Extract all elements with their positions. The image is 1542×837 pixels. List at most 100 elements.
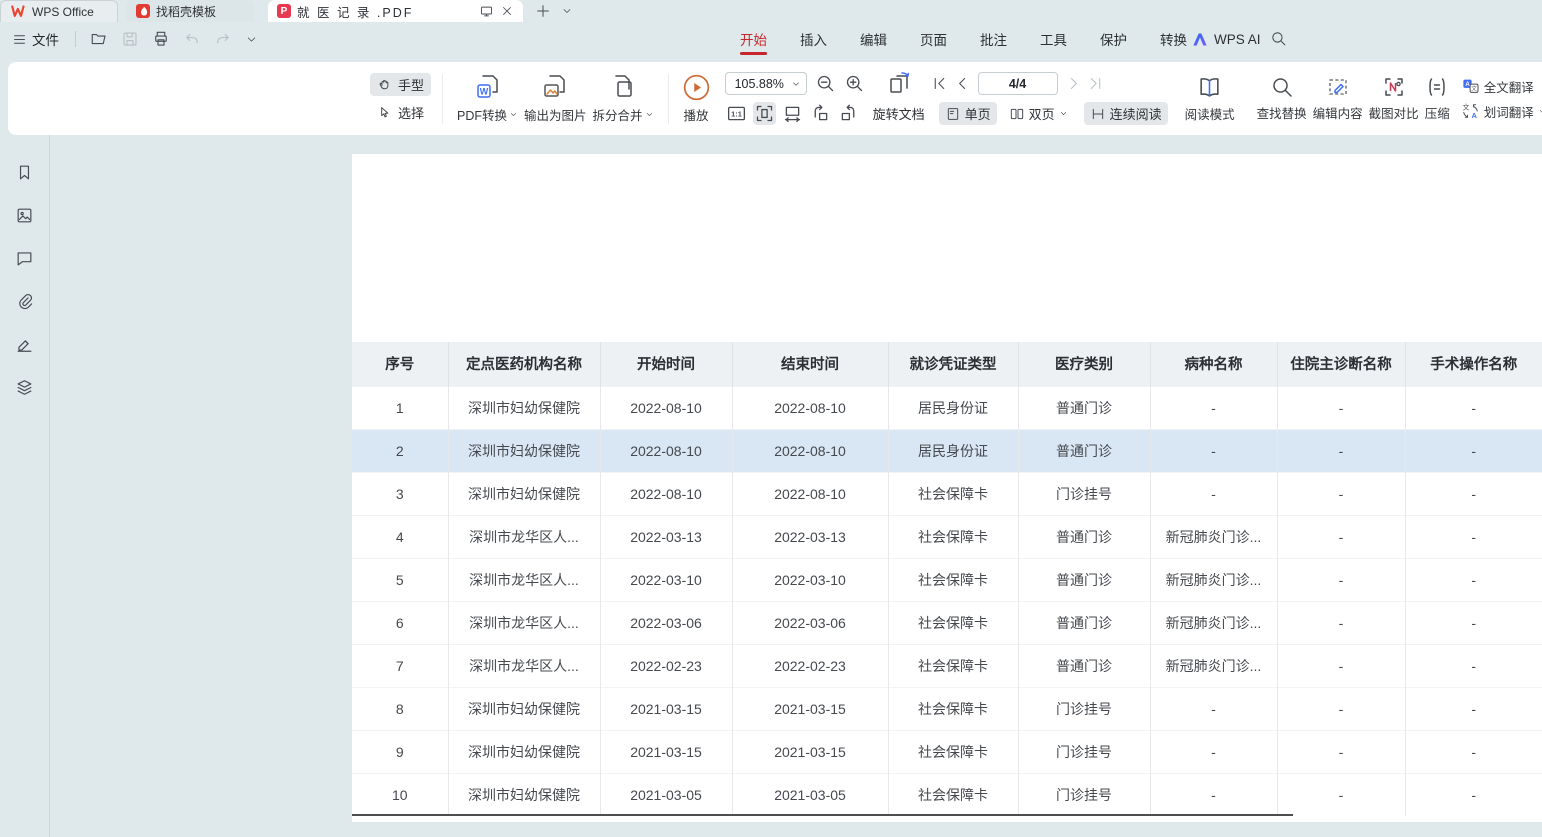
bookmarks-panel-button[interactable] bbox=[13, 161, 36, 184]
menu-edit[interactable]: 编辑 bbox=[858, 22, 889, 56]
menu-tools[interactable]: 工具 bbox=[1038, 22, 1069, 56]
file-menu-button[interactable]: 文件 bbox=[8, 27, 63, 51]
continuous-read-button[interactable]: 连续阅读 bbox=[1084, 102, 1168, 125]
word-translate-button[interactable]: 文 A 划词翻译 bbox=[1461, 102, 1542, 121]
signature-panel-button[interactable] bbox=[13, 333, 36, 356]
table-cell: 深圳市龙华区人... bbox=[448, 558, 600, 601]
fit-page-button[interactable] bbox=[753, 102, 776, 125]
hamburger-icon bbox=[12, 32, 27, 47]
edit-content-label: 编辑内容 bbox=[1313, 103, 1363, 122]
table-cell: - bbox=[1405, 429, 1542, 472]
table-cell: 新冠肺炎门诊... bbox=[1150, 515, 1277, 558]
find-replace-button[interactable]: 查找替换 bbox=[1254, 75, 1310, 122]
column-header: 就诊凭证类型 bbox=[888, 342, 1018, 386]
menu-comment[interactable]: 批注 bbox=[978, 22, 1009, 56]
play-button[interactable]: 播放 bbox=[680, 74, 713, 124]
redo-button[interactable] bbox=[212, 28, 234, 50]
next-page-button[interactable] bbox=[1065, 75, 1082, 92]
find-replace-label: 查找替换 bbox=[1257, 103, 1307, 122]
rotate-document-icon[interactable] bbox=[887, 71, 913, 96]
menu-row: 文件 开始 插入 编辑 页面 批注 工具 保护 转换 WPS AI bbox=[0, 22, 1542, 56]
table-cell: 深圳市妇幼保健院 bbox=[448, 687, 600, 730]
screenshot-compare-button[interactable]: 截图对比 bbox=[1366, 75, 1422, 122]
pdf-convert-button[interactable]: W PDF转换 bbox=[454, 73, 521, 124]
table-cell: 门诊挂号 bbox=[1018, 472, 1150, 515]
compress-button[interactable]: 压缩 bbox=[1422, 75, 1453, 122]
tab-list-chevron-icon[interactable] bbox=[561, 5, 573, 17]
table-cell: 2022-03-06 bbox=[600, 601, 732, 644]
print-button[interactable] bbox=[150, 28, 172, 50]
double-page-button[interactable]: 双页 bbox=[1003, 102, 1074, 125]
single-page-button[interactable]: 单页 bbox=[939, 102, 997, 125]
actual-size-button[interactable]: 1:1 bbox=[725, 102, 748, 125]
save-button[interactable] bbox=[119, 28, 141, 50]
tab-document-active[interactable]: P 就 医 记 录 .PDF bbox=[268, 0, 523, 22]
table-cell: - bbox=[1150, 429, 1277, 472]
rotate-left-button[interactable] bbox=[809, 102, 832, 125]
first-page-button[interactable] bbox=[931, 75, 948, 92]
rotate-right-button[interactable] bbox=[837, 102, 860, 125]
table-row: 8深圳市妇幼保健院2021-03-152021-03-15社会保障卡门诊挂号--… bbox=[352, 687, 1542, 730]
zoom-level-select[interactable]: 105.88% bbox=[725, 72, 807, 95]
double-page-label: 双页 bbox=[1029, 104, 1055, 123]
select-tool-button[interactable]: 选择 bbox=[370, 101, 431, 124]
pdf-convert-label: PDF转换 bbox=[457, 105, 507, 124]
table-cell: - bbox=[1277, 515, 1405, 558]
tab-docer-templates[interactable]: 找稻壳模板 bbox=[126, 0, 254, 22]
table-cell: 社会保障卡 bbox=[888, 558, 1018, 601]
divider bbox=[75, 31, 76, 47]
table-cell: 门诊挂号 bbox=[1018, 730, 1150, 773]
chevron-down-icon bbox=[791, 79, 801, 89]
close-tab-icon[interactable] bbox=[500, 4, 514, 18]
table-cell: 1 bbox=[352, 386, 448, 429]
table-header-row: 序号定点医药机构名称开始时间结束时间就诊凭证类型医疗类别病种名称住院主诊断名称手… bbox=[352, 342, 1542, 386]
previous-page-button[interactable] bbox=[954, 75, 971, 92]
thumbnails-panel-button[interactable] bbox=[13, 204, 36, 227]
rotate-document-button[interactable]: 旋转文档 bbox=[867, 102, 931, 125]
table-cell: - bbox=[1405, 515, 1542, 558]
tab-wps-office[interactable]: WPS Office bbox=[0, 0, 118, 22]
menu-protect[interactable]: 保护 bbox=[1098, 22, 1129, 56]
quickbar-chevron-icon[interactable] bbox=[243, 31, 260, 48]
layers-panel-button[interactable] bbox=[13, 376, 36, 399]
svg-text:文: 文 bbox=[1462, 103, 1469, 112]
table-cell: 深圳市妇幼保健院 bbox=[448, 386, 600, 429]
zoom-in-button[interactable] bbox=[844, 73, 865, 94]
split-merge-label: 拆分合并 bbox=[593, 105, 643, 124]
table-cell: - bbox=[1277, 558, 1405, 601]
table-cell: 2021-03-15 bbox=[732, 687, 888, 730]
menu-search-button[interactable] bbox=[1270, 30, 1287, 47]
wps-logo-icon bbox=[11, 5, 26, 18]
export-image-label: 输出为图片 bbox=[524, 105, 587, 124]
chevron-down-icon bbox=[1538, 107, 1542, 116]
main-menu: 开始 插入 编辑 页面 批注 工具 保护 转换 bbox=[738, 22, 1189, 56]
table-cell: 深圳市妇幼保健院 bbox=[448, 429, 600, 472]
undo-button[interactable] bbox=[181, 28, 203, 50]
table-cell: - bbox=[1405, 773, 1542, 816]
hand-tool-button[interactable]: 手型 bbox=[370, 73, 431, 96]
comments-panel-button[interactable] bbox=[13, 247, 36, 270]
table-cell: - bbox=[1277, 386, 1405, 429]
read-mode-button[interactable]: 阅读模式 bbox=[1182, 75, 1238, 123]
new-tab-plus-icon[interactable] bbox=[535, 3, 551, 19]
export-image-button[interactable]: 输出为图片 bbox=[521, 73, 590, 124]
attachments-panel-button[interactable] bbox=[13, 290, 36, 313]
column-header: 结束时间 bbox=[732, 342, 888, 386]
medical-records-table: 序号定点医药机构名称开始时间结束时间就诊凭证类型医疗类别病种名称住院主诊断名称手… bbox=[352, 342, 1542, 816]
monitor-icon[interactable] bbox=[479, 4, 494, 19]
wps-ai-button[interactable]: WPS AI bbox=[1192, 22, 1261, 56]
full-text-translate-button[interactable]: A 文 全文翻译 bbox=[1461, 77, 1542, 96]
pdf-file-icon: P bbox=[277, 4, 291, 18]
menu-insert[interactable]: 插入 bbox=[798, 22, 829, 56]
last-page-button[interactable] bbox=[1087, 75, 1104, 92]
ribbon-panel: 手型 选择 W PDF转换 输出为图片 拆分合并 播放 bbox=[8, 62, 1542, 135]
fit-width-button[interactable] bbox=[781, 102, 804, 125]
menu-page[interactable]: 页面 bbox=[918, 22, 949, 56]
edit-content-button[interactable]: 编辑内容 bbox=[1310, 75, 1366, 122]
page-number-input[interactable]: 4/4 bbox=[978, 72, 1058, 95]
open-file-button[interactable] bbox=[88, 28, 110, 50]
menu-home[interactable]: 开始 bbox=[738, 22, 769, 56]
zoom-out-button[interactable] bbox=[815, 73, 836, 94]
menu-convert[interactable]: 转换 bbox=[1158, 22, 1189, 56]
split-merge-button[interactable]: 拆分合并 bbox=[590, 73, 657, 124]
